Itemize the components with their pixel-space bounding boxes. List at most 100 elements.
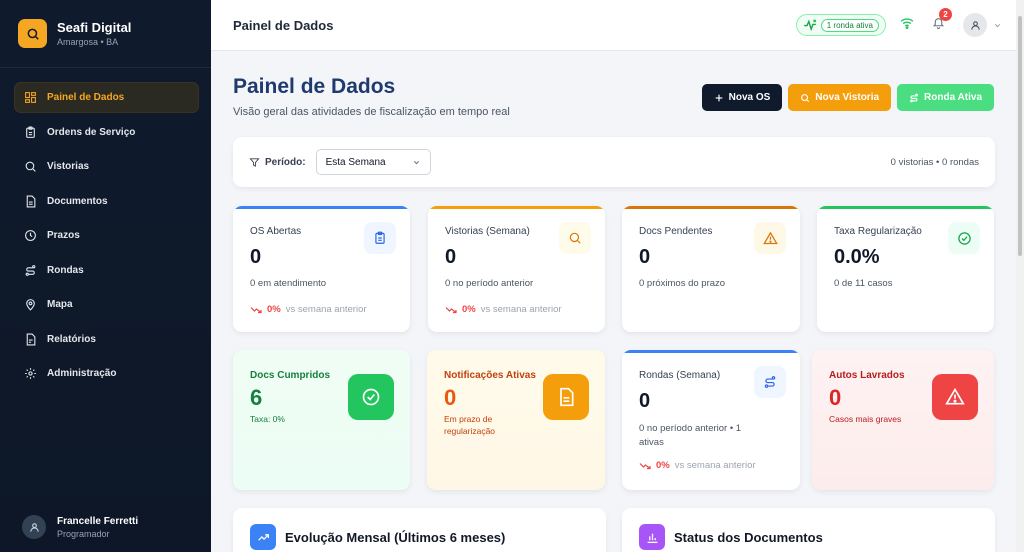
route-icon xyxy=(25,264,36,276)
stat-label: Notificações Ativas xyxy=(444,370,536,381)
clipboard-icon xyxy=(26,126,35,138)
stat-value: 6 xyxy=(250,385,263,410)
sidebar-item-label: Vistorias xyxy=(47,161,90,172)
sidebar-item-mapa[interactable]: Mapa xyxy=(14,289,199,320)
sidebar-item-label: Documentos xyxy=(47,195,108,207)
stat-desc: 0 em atendimento xyxy=(250,278,327,289)
stat-desc: Casos mais graves xyxy=(829,414,902,424)
filter-icon xyxy=(249,157,260,167)
stat-card-os-abertas[interactable]: OS Abertas 0 0 em atendimento 0% vs sema… xyxy=(233,206,410,332)
chevron-down-icon xyxy=(994,23,1001,27)
search-icon xyxy=(25,161,36,172)
trend-down-icon xyxy=(639,463,651,470)
stat-card-notificacoes[interactable]: Notificações Ativas 0 Em prazo de regula… xyxy=(427,350,605,490)
panel-title: Evolução Mensal (Últimos 6 meses) xyxy=(285,530,506,545)
sidebar-item-label: Painel de Dados xyxy=(47,92,125,103)
panel-title: Status dos Documentos xyxy=(674,530,823,545)
ronda-status-pill[interactable]: 1 ronda ativa xyxy=(795,14,886,36)
map-pin-icon xyxy=(26,299,35,311)
brand-name: Seafi Digital xyxy=(57,20,132,35)
page-actions: Nova OS Nova Vistoria Ronda Ativa xyxy=(696,84,994,111)
stat-value: 0 xyxy=(250,246,262,268)
trend-pct: 0% xyxy=(462,304,476,315)
plus-icon xyxy=(715,94,722,101)
nova-vistoria-button[interactable]: Nova Vistoria xyxy=(788,84,892,111)
user-profile[interactable]: Francelle Ferretti Programador xyxy=(0,502,211,552)
activity-icon xyxy=(803,19,816,31)
panel-status-documentos: Status dos Documentos xyxy=(622,508,995,552)
period-label: Período: xyxy=(249,157,306,168)
nova-os-button[interactable]: Nova OS xyxy=(701,84,783,111)
period-summary: 0 vistorias • 0 rondas xyxy=(890,156,979,168)
period-filter: Período: Esta Semana 0 vistorias • 0 ron… xyxy=(233,137,995,187)
sidebar-item-label: Administração xyxy=(47,368,117,379)
stat-desc: 0 próximos do prazo xyxy=(639,278,726,289)
period-label-text: Período: xyxy=(265,156,306,168)
ronda-ativa-button[interactable]: Ronda Ativa xyxy=(897,84,994,111)
stat-value: 0 xyxy=(444,385,457,410)
sidebar: Seafi Digital Amargosa • BA Painel de Da… xyxy=(0,0,211,552)
sidebar-item-relatorios[interactable]: Relatórios xyxy=(14,324,199,355)
sidebar-item-ordens[interactable]: Ordens de Serviço xyxy=(14,117,199,148)
warning-icon xyxy=(932,374,978,420)
dashboard-icon xyxy=(25,92,36,103)
gear-icon xyxy=(25,368,36,379)
trend-text: vs semana anterior xyxy=(285,304,367,315)
stat-label: Autos Lavrados xyxy=(829,370,905,381)
trend-pct: 0% xyxy=(656,460,670,471)
stat-desc: Taxa: 0% xyxy=(250,414,285,424)
stat-trend: 0% vs semana anterior xyxy=(639,460,756,471)
user-name: Francelle Ferretti xyxy=(57,515,139,527)
stat-card-docs-pendentes[interactable]: Docs Pendentes 0 0 próximos do prazo xyxy=(622,206,800,332)
ronda-ativa-label: Ronda Ativa xyxy=(924,92,982,103)
stat-card-docs-cumpridos[interactable]: Docs Cumpridos 6 Taxa: 0% xyxy=(233,350,410,490)
warning-icon xyxy=(754,222,786,254)
sidebar-item-administracao[interactable]: Administração xyxy=(14,358,199,389)
stat-card-taxa[interactable]: Taxa Regularização 0.0% 0 de 11 casos xyxy=(817,206,994,332)
stat-value: 0 xyxy=(639,390,651,412)
stat-value: 0 xyxy=(639,246,651,268)
stat-value: 0 xyxy=(829,385,842,410)
bar-chart-icon xyxy=(639,524,665,550)
trend-pct: 0% xyxy=(267,304,281,315)
ronda-badge: 1 ronda ativa xyxy=(820,18,879,32)
notifications-button[interactable]: 2 xyxy=(932,8,952,34)
sidebar-nav: Painel de Dados Ordens de Serviço Vistor… xyxy=(0,68,211,389)
user-menu-button[interactable] xyxy=(963,13,1002,37)
sidebar-item-label: Prazos xyxy=(47,230,80,241)
sidebar-item-rondas[interactable]: Rondas xyxy=(14,255,199,286)
trend-up-icon xyxy=(250,524,276,550)
sidebar-item-documentos[interactable]: Documentos xyxy=(14,186,199,217)
route-icon xyxy=(754,366,786,398)
wifi-icon xyxy=(900,16,914,34)
stat-label: Docs Pendentes xyxy=(639,226,713,237)
trend-text: vs semana anterior xyxy=(480,304,562,315)
stat-value: 0.0% xyxy=(834,246,880,268)
notification-count-badge: 2 xyxy=(939,8,952,21)
clock-icon xyxy=(25,230,36,241)
main-content: Painel de Dados 1 ronda ativa 2 Painel d… xyxy=(211,0,1024,552)
sidebar-item-painel[interactable]: Painel de Dados xyxy=(14,82,199,113)
scrollbar-thumb[interactable] xyxy=(1018,16,1022,256)
nova-os-label: Nova OS xyxy=(728,92,771,103)
check-circle-icon xyxy=(948,222,980,254)
trend-text: vs semana anterior xyxy=(674,460,756,471)
sidebar-item-prazos[interactable]: Prazos xyxy=(14,220,199,251)
stat-desc: 0 de 11 casos xyxy=(834,278,893,289)
stat-card-autos[interactable]: Autos Lavrados 0 Casos mais graves xyxy=(812,350,994,490)
stat-value: 0 xyxy=(445,246,457,268)
sidebar-item-label: Rondas xyxy=(47,264,84,276)
brand-location: Amargosa • BA xyxy=(57,37,119,47)
sidebar-item-label: Relatórios xyxy=(47,333,96,345)
brand[interactable]: Seafi Digital Amargosa • BA xyxy=(0,0,211,68)
nova-vistoria-label: Nova Vistoria xyxy=(815,92,880,103)
period-select[interactable]: Esta Semana xyxy=(315,149,431,175)
search-logo-icon xyxy=(18,19,47,48)
route-icon xyxy=(910,93,918,102)
search-icon xyxy=(559,222,591,254)
stat-card-vistorias[interactable]: Vistorias (Semana) 0 0 no período anteri… xyxy=(428,206,605,332)
sidebar-item-vistorias[interactable]: Vistorias xyxy=(14,151,199,182)
page-scrollbar[interactable] xyxy=(1016,0,1024,552)
stat-label: Taxa Regularização xyxy=(834,226,922,237)
stat-card-rondas[interactable]: Rondas (Semana) 0 0 no período anterior … xyxy=(622,350,800,490)
